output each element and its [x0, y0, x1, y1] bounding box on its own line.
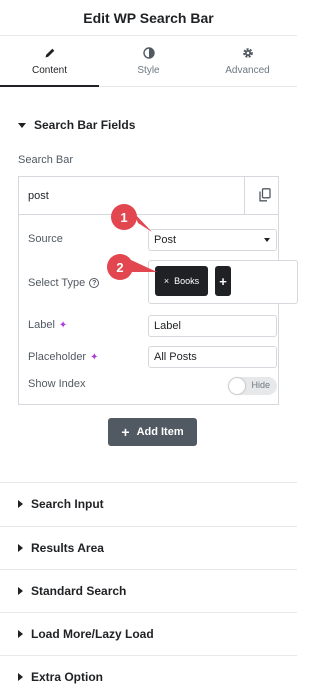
plus-icon: +	[121, 424, 130, 440]
show-index-label: Show Index	[28, 378, 86, 390]
contrast-icon	[142, 47, 155, 59]
section-search-input-title: Search Input	[31, 497, 104, 511]
placeholder-label: Placeholder	[28, 351, 87, 363]
duplicate-icon[interactable]	[259, 188, 271, 202]
section-results-area-title: Results Area	[31, 541, 104, 555]
section-results-area[interactable]: Results Area	[0, 527, 297, 569]
repeater-item-header[interactable]: post	[19, 177, 278, 215]
show-index-toggle-label: Hide	[251, 380, 270, 390]
tab-style[interactable]: Style	[99, 37, 198, 86]
search-bar-label: Search Bar	[18, 154, 74, 166]
tab-style-label: Style	[137, 65, 160, 76]
repeater-header-divider	[244, 177, 245, 214]
section-standard-search[interactable]: Standard Search	[0, 570, 297, 612]
caret-down-icon	[18, 122, 26, 128]
select-type-chip[interactable]: × Books	[155, 266, 208, 296]
select-type-label: Select Type	[28, 277, 86, 289]
placeholder-label-row: Placeholder ✦	[28, 351, 98, 363]
tab-bar: Content Style Advanced	[0, 37, 297, 87]
toggle-knob	[229, 378, 245, 394]
tab-advanced[interactable]: Advanced	[198, 37, 297, 86]
ai-sparkle-icon[interactable]: ✦	[90, 352, 98, 363]
source-select-value: Post	[154, 234, 177, 246]
select-type-label-row: Select Type ?	[28, 277, 100, 289]
section-extra-option[interactable]: Extra Option	[0, 656, 297, 693]
badge-pointer-1	[134, 213, 152, 232]
caret-right-icon	[18, 544, 23, 552]
panel-title: Edit WP Search Bar	[83, 9, 214, 26]
add-item-button[interactable]: + Add Item	[108, 418, 197, 446]
add-item-label: Add Item	[136, 426, 184, 438]
source-label: Source	[28, 233, 63, 245]
label-input[interactable]: Label	[148, 315, 277, 337]
chevron-down-icon	[264, 238, 270, 242]
section-load-more-title: Load More/Lazy Load	[31, 627, 154, 641]
placeholder-input-value: All Posts	[154, 351, 197, 363]
tab-content[interactable]: Content	[0, 37, 99, 87]
caret-right-icon	[18, 500, 23, 508]
section-load-more[interactable]: Load More/Lazy Load	[0, 613, 297, 655]
tab-content-label: Content	[31, 65, 68, 76]
label-label-row: Label ✦	[28, 319, 67, 331]
gear-icon	[242, 48, 253, 58]
pencil-icon	[45, 48, 54, 58]
add-type-button[interactable]: +	[215, 266, 231, 296]
badge-pointer-2	[131, 260, 157, 272]
source-select[interactable]: Post	[148, 229, 277, 251]
remove-chip-icon[interactable]: ×	[164, 276, 169, 286]
section-search-input[interactable]: Search Input	[0, 483, 297, 525]
label-input-value: Label	[154, 320, 181, 332]
repeater-item-title: post	[28, 189, 49, 202]
caret-right-icon	[18, 673, 23, 681]
ai-sparkle-icon[interactable]: ✦	[59, 320, 67, 331]
section-extra-option-title: Extra Option	[31, 670, 104, 684]
caret-right-icon	[18, 587, 23, 595]
select-type-chip-label: Books	[174, 276, 200, 286]
section-search-bar-fields[interactable]: Search Bar Fields	[0, 104, 297, 146]
tab-advanced-label: Advanced	[225, 65, 270, 76]
section-search-bar-fields-title: Search Bar Fields	[34, 118, 136, 132]
section-standard-search-title: Standard Search	[31, 584, 127, 598]
panel-header: Edit WP Search Bar	[0, 0, 297, 36]
placeholder-input[interactable]: All Posts	[148, 346, 277, 368]
step-badge-2: 2	[107, 254, 133, 280]
label-label: Label	[28, 319, 55, 331]
caret-right-icon	[18, 630, 23, 638]
help-icon[interactable]: ?	[89, 278, 100, 288]
show-index-toggle[interactable]: Hide	[228, 377, 277, 395]
